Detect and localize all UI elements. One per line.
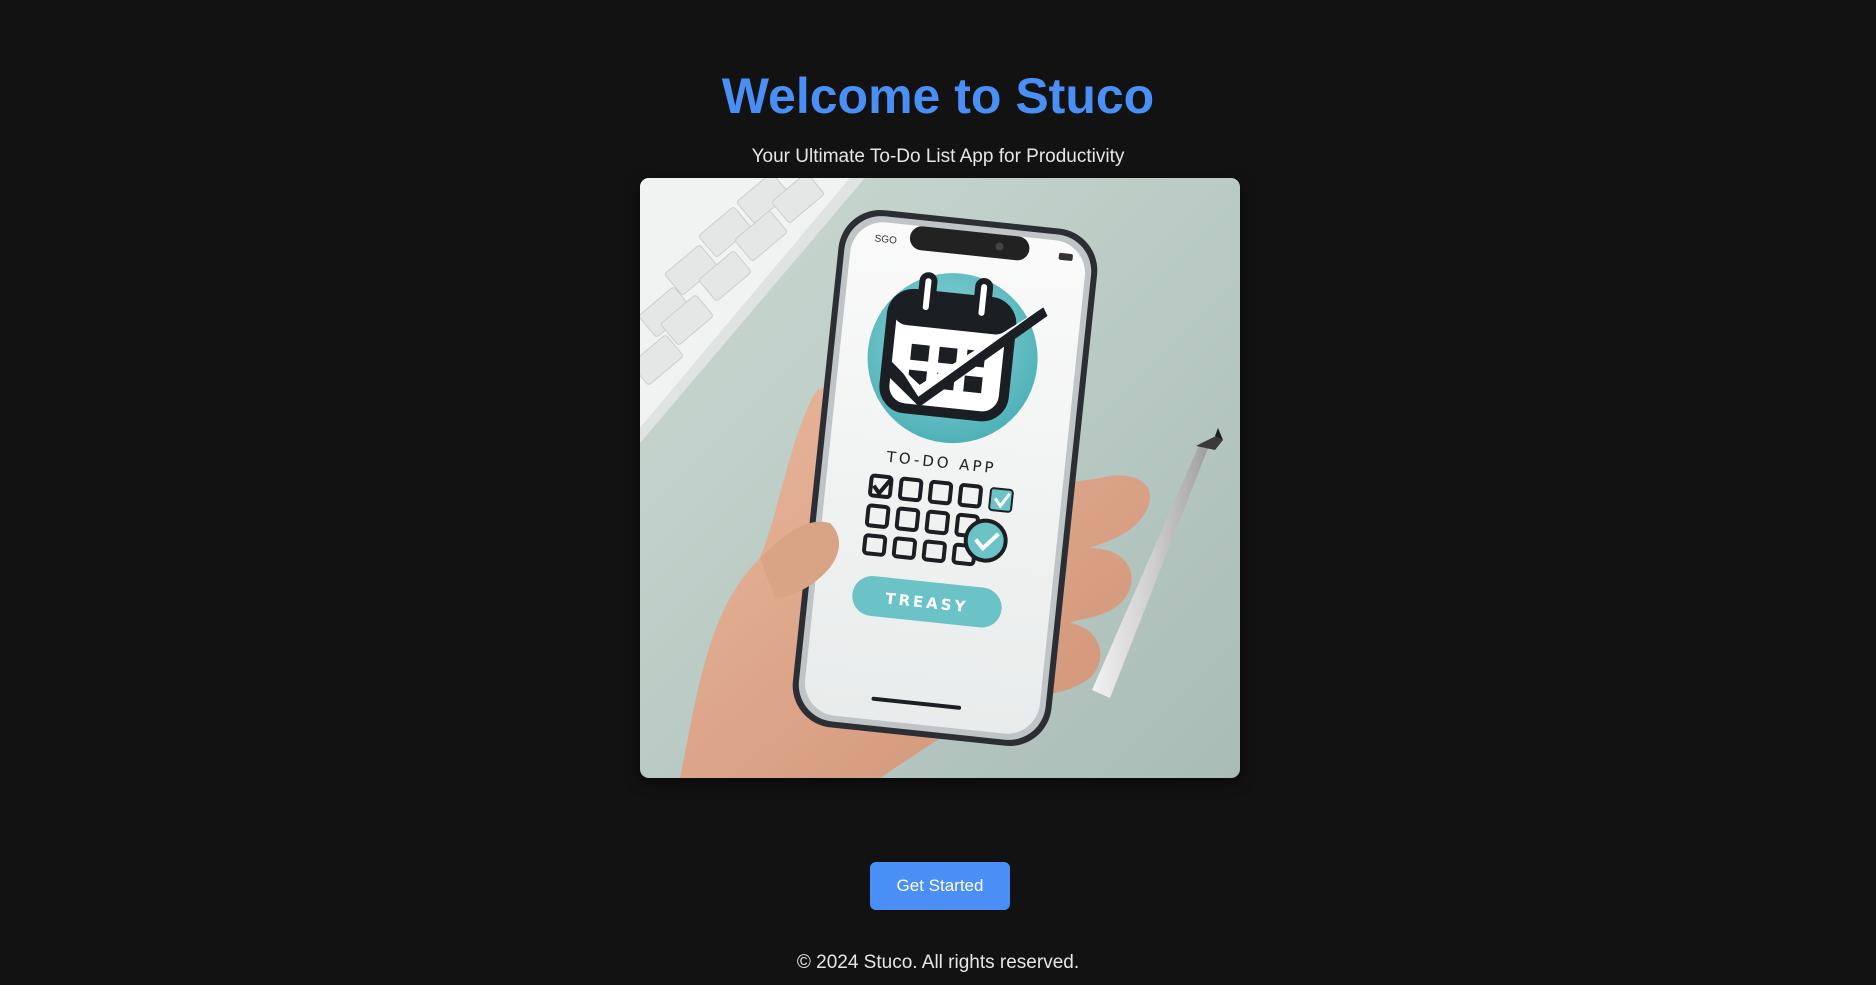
hero-image: SGO TO-DO APP TREASY: [640, 178, 1240, 778]
get-started-button[interactable]: Get Started: [870, 862, 1010, 910]
landing-page: Welcome to Stuco Your Ultimate To-Do Lis…: [0, 0, 1876, 985]
footer-copyright: © 2024 Stuco. All rights reserved.: [796, 952, 1080, 973]
phone-status-time: SGO: [874, 233, 897, 246]
phone-illustration: SGO TO-DO APP TREASY: [792, 209, 1098, 747]
page-title: Welcome to Stuco: [721, 68, 1155, 124]
page-subtitle: Your Ultimate To-Do List App for Product…: [751, 146, 1125, 167]
